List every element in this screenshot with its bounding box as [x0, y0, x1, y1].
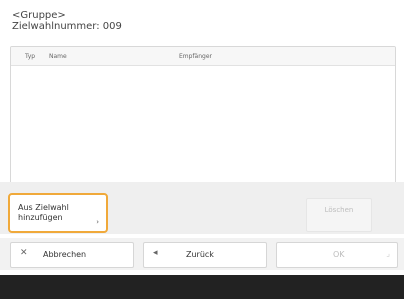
add-from-speed-dial-button[interactable]: Aus Zielwahl hinzufügen › [8, 193, 108, 233]
x-icon: ✕ [20, 248, 28, 258]
footer-bar [0, 275, 404, 299]
header: <Gruppe> Zielwahlnummer: 009 [12, 10, 122, 32]
small-chevron-icon: › [96, 218, 99, 226]
cancel-label: Abbrechen [43, 250, 87, 259]
add-button-line-2: hinzufügen [18, 213, 63, 222]
group-label: <Gruppe> [12, 10, 66, 21]
ok-button[interactable]: OK ⌟ [276, 242, 398, 268]
return-corner-icon: ⌟ [386, 249, 390, 258]
column-recipient: Empfänger [179, 53, 213, 60]
cancel-button[interactable]: ✕ Abbrechen [10, 242, 134, 268]
list-body [11, 66, 395, 183]
column-type: Typ [25, 53, 36, 60]
back-button[interactable]: ◂ Zurück [143, 242, 267, 268]
ok-label: OK [333, 250, 345, 259]
add-button-line-1: Aus Zielwahl [18, 203, 69, 212]
recipient-list[interactable]: Typ Name Empfänger [10, 46, 396, 184]
delete-button[interactable]: Löschen [306, 198, 372, 232]
speed-dial-number: Zielwahlnummer: 009 [12, 21, 122, 32]
column-name: Name [49, 53, 67, 60]
back-label: Zurück [186, 250, 214, 259]
left-arrow-icon: ◂ [153, 248, 158, 258]
list-header: Typ Name Empfänger [11, 47, 395, 66]
